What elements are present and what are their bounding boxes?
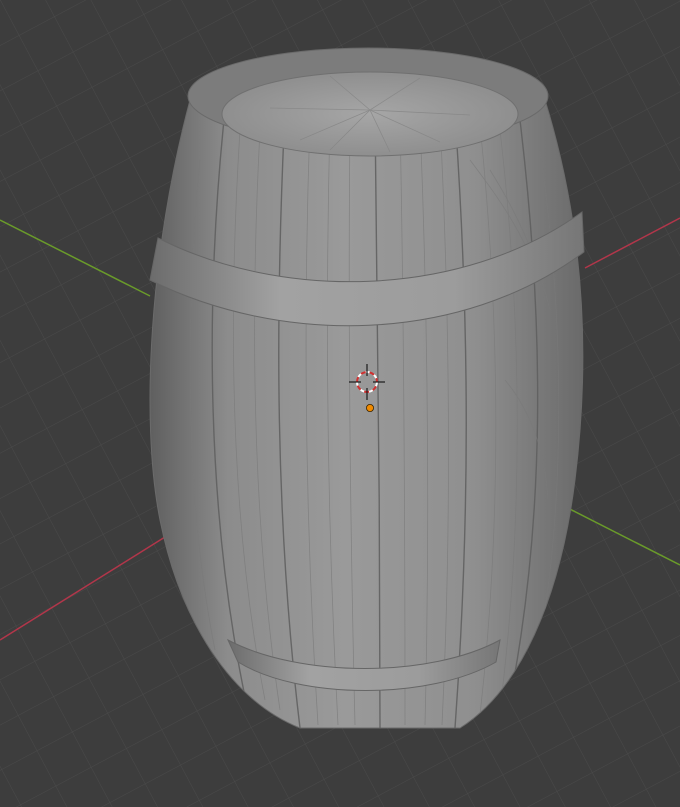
3d-viewport[interactable]	[0, 0, 680, 807]
barrel-body	[149, 99, 584, 729]
object-origin-icon	[365, 403, 374, 412]
barrel-lid	[221, 71, 519, 157]
